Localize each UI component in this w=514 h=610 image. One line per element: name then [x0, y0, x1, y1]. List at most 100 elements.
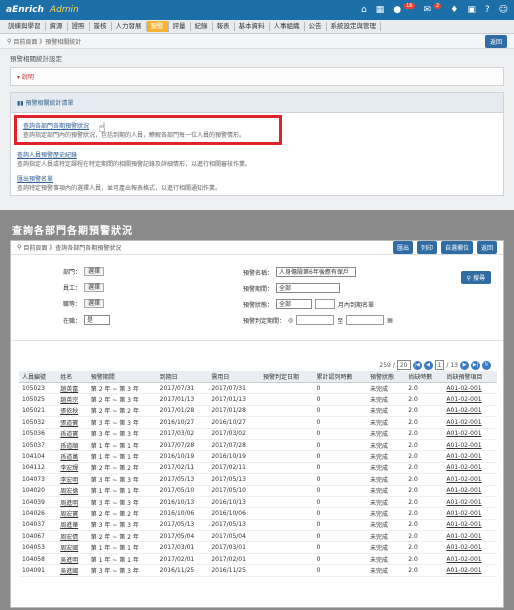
- table-cell[interactable]: A01-02-001: [443, 473, 497, 486]
- next-page-icon[interactable]: ▶: [460, 360, 469, 370]
- calendar-icon[interactable]: ◎: [288, 317, 293, 324]
- table-cell[interactable]: 趙英富: [57, 382, 88, 395]
- calendar-icon[interactable]: ▣: [467, 5, 476, 15]
- column-header[interactable]: 到期日: [156, 371, 209, 383]
- table-cell[interactable]: A01-02-001: [443, 564, 497, 577]
- custom-columns-button[interactable]: 自選欄位: [440, 241, 473, 254]
- table-row: 104073 李宏明第 3 年 ~ 第 3 年 2017/05/13 2017/05/…: [19, 473, 497, 486]
- table-cell[interactable]: 周進明: [57, 496, 88, 509]
- column-header[interactable]: 預警判定日期: [260, 371, 314, 383]
- nav-item[interactable]: 紀錄: [191, 22, 213, 31]
- nav-item[interactable]: 證照: [68, 22, 90, 31]
- table-cell[interactable]: 周進華: [57, 519, 88, 532]
- refresh-icon[interactable]: ↻: [482, 360, 491, 370]
- nav-item[interactable]: 預警: [146, 21, 169, 32]
- table-cell[interactable]: A01-02-001: [443, 450, 497, 463]
- help-icon[interactable]: ?: [485, 5, 490, 15]
- print-button[interactable]: 列印: [416, 241, 437, 254]
- avatar[interactable]: ☺: [499, 5, 508, 15]
- back-button[interactable]: 返回: [484, 34, 507, 48]
- table-cell[interactable]: A01-02-001: [443, 428, 497, 440]
- table-cell[interactable]: 趙英宗: [57, 393, 88, 406]
- nav-item[interactable]: 人力發展: [112, 22, 147, 31]
- staff-pick-button[interactable]: 選擇: [84, 283, 105, 292]
- page-select[interactable]: 1: [434, 360, 445, 370]
- nav-item[interactable]: 訓練與學習: [4, 22, 46, 31]
- status-select[interactable]: 是: [84, 315, 111, 325]
- column-header[interactable]: 預警期間: [87, 371, 157, 383]
- table-cell[interactable]: A01-02-001: [443, 439, 497, 452]
- note-panel[interactable]: ▾ 說明: [10, 67, 504, 86]
- table-cell[interactable]: 周宏倩: [57, 530, 88, 543]
- first-page-icon[interactable]: |◀: [412, 360, 422, 370]
- nav-item[interactable]: 公告: [305, 22, 327, 31]
- table-cell[interactable]: A01-02-001: [443, 507, 497, 520]
- item-link[interactable]: 查詢人員預警歷史紀錄: [17, 150, 497, 159]
- table-cell[interactable]: 吳進明: [57, 553, 88, 566]
- table-cell[interactable]: A01-02-001: [443, 530, 497, 543]
- item-select[interactable]: 人身傷險第6年後應有保戶: [276, 267, 357, 277]
- last-page-icon[interactable]: ▶|: [471, 360, 480, 370]
- table-cell: 2017/05/10: [208, 485, 261, 497]
- item-link[interactable]: 匯出預警名單: [17, 174, 497, 183]
- table-cell: [260, 496, 314, 509]
- table-cell[interactable]: A01-02-001: [443, 416, 497, 429]
- table-cell[interactable]: 吳進國: [57, 564, 88, 577]
- table-cell[interactable]: A01-02-001: [443, 382, 497, 395]
- nav-item[interactable]: 基本資料: [235, 22, 270, 31]
- back-button[interactable]: 返回: [476, 241, 497, 254]
- search-button[interactable]: ⚲ 搜尋: [460, 271, 491, 284]
- export-button[interactable]: 匯出: [392, 241, 413, 254]
- table-cell[interactable]: 周宏倫: [57, 485, 88, 497]
- table-cell[interactable]: A01-02-001: [443, 553, 497, 566]
- table-cell[interactable]: 周宏國: [57, 541, 88, 554]
- table-cell[interactable]: 張依秋: [57, 405, 88, 418]
- table-cell[interactable]: 周宏寶: [57, 507, 88, 520]
- column-header[interactable]: 姓名: [57, 371, 88, 383]
- table-cell[interactable]: A01-02-001: [443, 405, 497, 418]
- table-cell[interactable]: A01-02-001: [443, 541, 497, 554]
- date-from-input[interactable]: [296, 315, 335, 325]
- page-size-select[interactable]: 20: [396, 360, 411, 370]
- table-cell: [260, 507, 314, 520]
- nav-item[interactable]: 簽核: [90, 22, 112, 31]
- nav-item[interactable]: 資源: [46, 22, 68, 31]
- item-link[interactable]: 查詢各部門各期預警狀況: [23, 121, 273, 130]
- table-cell[interactable]: 張道寶: [57, 416, 88, 429]
- nav-item[interactable]: 報表: [213, 22, 235, 31]
- column-header[interactable]: 需用日: [208, 371, 261, 383]
- table-cell: 104039: [19, 496, 58, 509]
- dept-pick-button[interactable]: 選擇: [84, 267, 105, 276]
- table-cell[interactable]: 孫道寶: [57, 428, 88, 440]
- table-cell: 第 3 年 ~ 第 3 年: [87, 473, 157, 486]
- home-icon[interactable]: ⌂: [361, 5, 367, 15]
- bell-icon[interactable]: ♦: [450, 5, 458, 15]
- column-header[interactable]: 尚缺預警項目: [443, 371, 497, 383]
- table-cell[interactable]: A01-02-001: [443, 519, 497, 532]
- period-select[interactable]: 全部: [276, 283, 341, 293]
- table-cell[interactable]: A01-02-001: [443, 462, 497, 475]
- mail-icon[interactable]: ✉: [424, 5, 432, 15]
- column-header[interactable]: 預警狀態: [367, 371, 406, 383]
- date-to-input[interactable]: [346, 315, 385, 325]
- table-cell[interactable]: 李宏明: [57, 473, 88, 486]
- table-cell[interactable]: A01-02-001: [443, 485, 497, 497]
- table-cell[interactable]: A01-02-001: [443, 496, 497, 509]
- chat-icon[interactable]: ●: [393, 5, 401, 15]
- state-select[interactable]: 全部: [276, 299, 313, 309]
- table-cell[interactable]: 孫道順: [57, 439, 88, 452]
- table-cell[interactable]: A01-02-001: [443, 393, 497, 406]
- table-cell[interactable]: 李宏輝: [57, 462, 88, 475]
- column-header[interactable]: 尚缺時數: [405, 371, 444, 383]
- grid-icon[interactable]: ▦: [376, 5, 385, 15]
- month-input[interactable]: [315, 299, 336, 309]
- calendar-icon[interactable]: ▤: [387, 317, 393, 324]
- nav-item[interactable]: 評量: [169, 22, 191, 31]
- nav-item[interactable]: 系統設定與管理: [327, 22, 381, 31]
- table-cell[interactable]: 孫道萬: [57, 450, 88, 463]
- title-pick-button[interactable]: 選擇: [84, 299, 105, 308]
- nav-item[interactable]: 人事組織: [270, 22, 305, 31]
- column-header[interactable]: 累計認列時數: [313, 371, 368, 383]
- prev-page-icon[interactable]: ◀: [423, 360, 433, 370]
- column-header[interactable]: 人員編號: [19, 371, 58, 383]
